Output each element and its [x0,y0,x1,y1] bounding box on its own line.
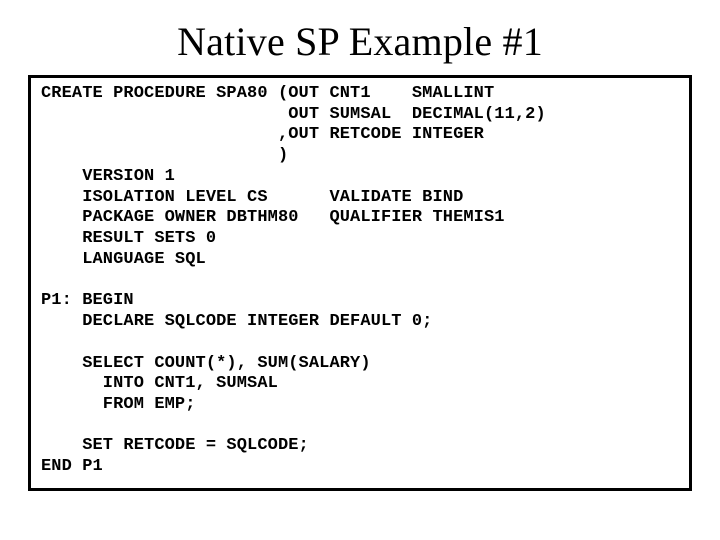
code-line: ISOLATION LEVEL CS VALIDATE BIND [41,188,463,207]
code-line: LANGUAGE SQL [41,250,206,269]
code-line: VERSION 1 [41,167,175,186]
code-line: CREATE PROCEDURE SPA80 (OUT CNT1 SMALLIN… [41,84,494,103]
page-title: Native SP Example #1 [0,18,720,65]
slide: Native SP Example #1 CREATE PROCEDURE SP… [0,0,720,540]
code-line: INTO CNT1, SUMSAL [41,374,278,393]
code-line: P1: BEGIN [41,291,134,310]
code-line: SELECT COUNT(*), SUM(SALARY) [41,354,371,373]
code-line: OUT SUMSAL DECIMAL(11,2) [41,105,546,124]
code-line: ,OUT RETCODE INTEGER [41,125,484,144]
code-line: DECLARE SQLCODE INTEGER DEFAULT 0; [41,312,432,331]
code-box: CREATE PROCEDURE SPA80 (OUT CNT1 SMALLIN… [28,75,692,491]
code-line: SET RETCODE = SQLCODE; [41,436,309,455]
code-line: END P1 [41,457,103,476]
code-line: FROM EMP; [41,395,196,414]
code-line: ) [41,146,288,165]
code-line: PACKAGE OWNER DBTHM80 QUALIFIER THEMIS1 [41,208,505,227]
code-line: RESULT SETS 0 [41,229,216,248]
code-block: CREATE PROCEDURE SPA80 (OUT CNT1 SMALLIN… [41,84,679,478]
